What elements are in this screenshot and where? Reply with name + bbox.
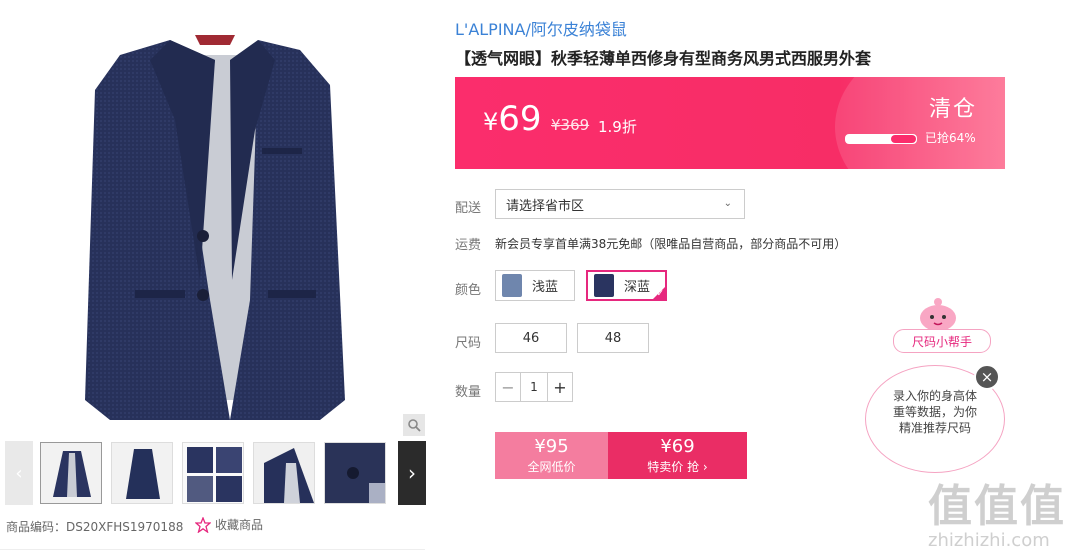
- watermark-logo: 值值值: [928, 481, 1066, 532]
- light-blue-swatch: [502, 274, 522, 297]
- region-select-value: 请选择省市区: [506, 198, 585, 214]
- watermark-url: zhizhizhi.com: [928, 530, 1050, 551]
- quantity-label: 数量: [455, 385, 482, 400]
- size-label: 尺码: [455, 336, 482, 351]
- color-option-label: 深蓝: [624, 280, 651, 295]
- check-icon: ✓: [656, 289, 664, 299]
- magnifier-icon: [408, 419, 421, 432]
- buy-special-price-button[interactable]: ¥69 特卖价 抢 ›: [608, 432, 747, 479]
- current-price: ¥69: [483, 99, 542, 139]
- color-option-light-blue[interactable]: 浅蓝: [495, 270, 575, 301]
- shipping-label: 运费: [455, 238, 482, 253]
- original-price: ¥369: [551, 116, 590, 134]
- delivery-label: 配送: [455, 201, 482, 216]
- main-product-image: [0, 0, 425, 436]
- favorite-label: 收藏商品: [215, 518, 264, 532]
- color-label: 颜色: [455, 283, 482, 298]
- size-option-48[interactable]: 48: [577, 323, 649, 353]
- color-option-label: 浅蓝: [532, 280, 559, 295]
- close-icon[interactable]: ×: [974, 364, 1000, 390]
- size-helper-text: 录入你的身高体重等数据，为你精准推荐尺码: [892, 389, 977, 435]
- quantity-decrease-button[interactable]: −: [496, 373, 520, 401]
- brand-link[interactable]: L'ALPINA/阿尔皮纳袋鼠: [455, 16, 627, 40]
- color-option-dark-blue[interactable]: 深蓝 ✓: [586, 270, 667, 301]
- thumbnail-5[interactable]: [324, 442, 386, 504]
- thumbnail-prev-button[interactable]: ‹: [5, 441, 33, 505]
- favorite-button[interactable]: 收藏商品: [195, 516, 263, 533]
- all-net-label: 全网低价: [527, 460, 576, 474]
- size-option-46[interactable]: 46: [495, 323, 567, 353]
- sold-progress-fill: [890, 135, 916, 143]
- all-net-price: ¥95: [534, 436, 569, 457]
- thumbnail-4[interactable]: [253, 442, 315, 504]
- zoom-button[interactable]: [403, 414, 425, 436]
- watermark: 值值值 zhizhizhi.com: [928, 470, 1066, 551]
- quantity-value[interactable]: 1: [520, 373, 548, 401]
- sold-progress-bar: [845, 134, 917, 144]
- price-banner: ¥69 ¥369 1.9折 清仓 已抢64%: [455, 77, 1005, 169]
- product-title: 【透气网眼】秋季轻薄单西修身有型商务风男式西服男外套: [455, 49, 872, 68]
- discount-rate: 1.9折: [598, 118, 637, 136]
- divider: [0, 549, 425, 550]
- chevron-down-icon: ⌄: [723, 198, 732, 209]
- special-label: 特卖价 抢 ›: [647, 460, 708, 474]
- thumbnail-1[interactable]: [40, 442, 102, 504]
- all-net-low-price-button[interactable]: ¥95 全网低价: [495, 432, 608, 479]
- special-price: ¥69: [660, 436, 695, 457]
- dark-blue-swatch: [594, 274, 614, 297]
- chevron-left-icon: ‹: [15, 462, 23, 484]
- clearance-tag: 清仓: [928, 97, 977, 122]
- region-select[interactable]: 请选择省市区 ⌄: [495, 189, 745, 219]
- quantity-increase-button[interactable]: +: [548, 373, 572, 401]
- thumbnail-3[interactable]: [182, 442, 244, 504]
- product-code: 商品编码：DS20XFHS1970188: [6, 520, 184, 534]
- chevron-right-icon: ›: [408, 461, 416, 485]
- star-icon: [195, 516, 211, 533]
- quantity-stepper: − 1 +: [495, 372, 573, 402]
- thumbnail-next-button[interactable]: ›: [398, 441, 426, 505]
- size-helper-button[interactable]: 尺码小帮手: [893, 329, 991, 353]
- shipping-text: 新会员专享首单满38元免邮（限唯品自营商品，部分商品不可用）: [495, 237, 847, 251]
- thumbnail-2[interactable]: [111, 442, 173, 504]
- sold-percent: 已抢64%: [925, 131, 976, 145]
